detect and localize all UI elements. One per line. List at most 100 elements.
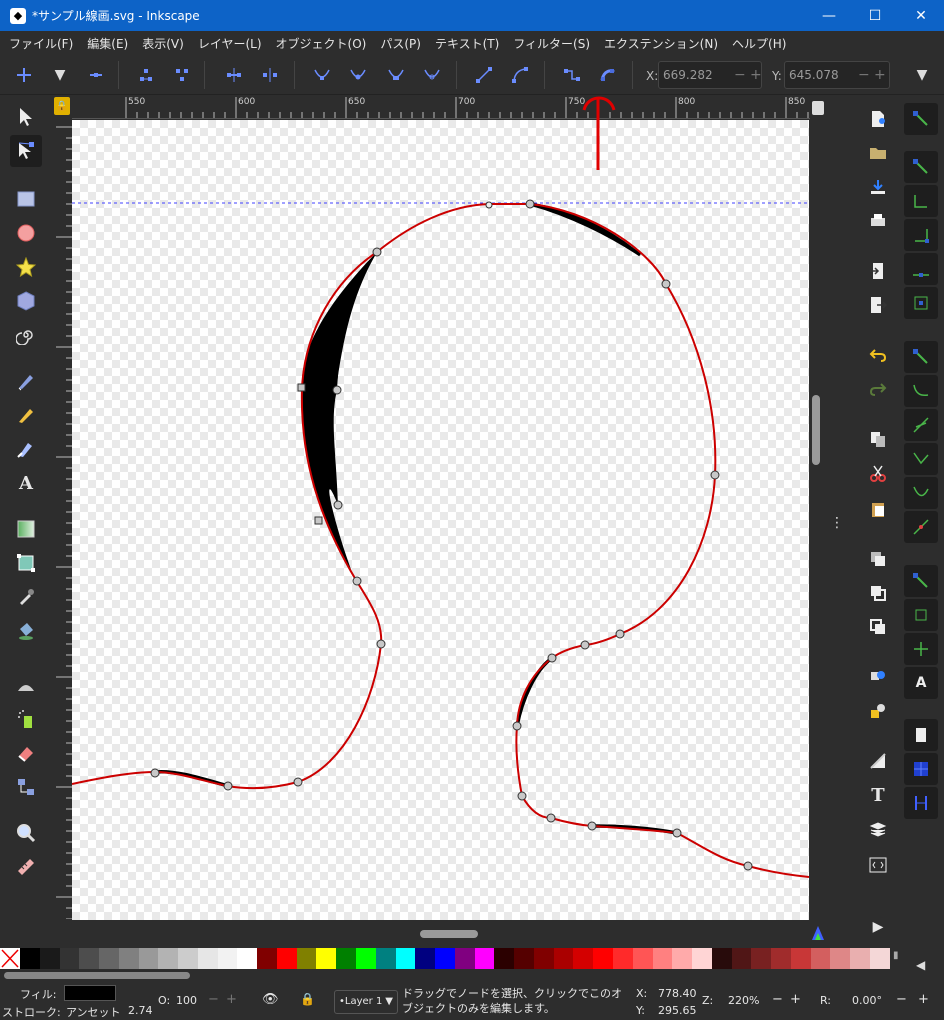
text-font-icon[interactable]: T	[866, 783, 890, 807]
snap-rotation-centers-icon[interactable]	[904, 633, 938, 665]
menu-path[interactable]: パス(P)	[373, 35, 428, 52]
path-node[interactable]	[710, 470, 720, 480]
snap-smooth-nodes-icon[interactable]	[904, 477, 938, 509]
horizontal-scrollbar[interactable]	[420, 930, 478, 938]
segment-curve-icon[interactable]	[508, 63, 532, 87]
import-icon[interactable]	[866, 259, 890, 283]
star-tool-icon[interactable]	[10, 251, 42, 283]
color-swatch[interactable]	[39, 948, 60, 969]
path-node[interactable]	[615, 629, 625, 639]
menu-edit[interactable]: 編集(E)	[80, 35, 135, 52]
path-node[interactable]	[376, 639, 386, 649]
color-swatch[interactable]	[573, 948, 594, 969]
y-plus-button[interactable]: +	[874, 67, 886, 83]
segment-line-icon[interactable]	[472, 63, 496, 87]
path-node[interactable]	[743, 861, 753, 871]
color-swatch[interactable]	[711, 948, 732, 969]
color-swatch[interactable]	[356, 948, 376, 969]
zoom-tool-icon[interactable]	[10, 817, 42, 849]
snap-object-centers-icon[interactable]	[904, 599, 938, 631]
color-swatch[interactable]	[178, 948, 198, 969]
group-icon[interactable]	[866, 665, 890, 689]
x-minus-button[interactable]: −	[734, 67, 746, 83]
palette-scroll-icon[interactable]: ▮	[893, 950, 899, 961]
color-swatch[interactable]	[771, 948, 791, 969]
node-x-input[interactable]	[658, 61, 762, 89]
menu-help[interactable]: ヘルプ(H)	[725, 35, 793, 52]
color-swatch[interactable]	[494, 948, 515, 969]
snap-others-icon[interactable]	[904, 565, 938, 597]
path-node[interactable]	[525, 199, 535, 209]
snap-page-border-icon[interactable]	[904, 719, 938, 751]
color-swatch[interactable]	[850, 948, 870, 969]
color-swatch[interactable]	[59, 948, 80, 969]
stroke-value[interactable]: アンセット	[66, 1004, 121, 1020]
color-swatch[interactable]	[692, 948, 712, 969]
path-node[interactable]	[372, 247, 382, 257]
menu-extension[interactable]: エクステンション(N)	[597, 35, 725, 52]
crescent-fill[interactable]	[301, 252, 377, 580]
menu-filter[interactable]: フィルター(S)	[506, 35, 597, 52]
gradient-tool-icon[interactable]	[10, 513, 42, 545]
color-swatch[interactable]	[336, 948, 357, 969]
path-node[interactable]	[314, 516, 323, 525]
color-swatch[interactable]	[276, 948, 297, 969]
dock-handle-icon[interactable]: ⋮	[830, 515, 844, 531]
node-cusp-icon[interactable]	[310, 63, 334, 87]
color-swatch[interactable]	[593, 948, 613, 969]
path-node[interactable]	[293, 777, 303, 787]
menu-file[interactable]: ファイル(F)	[2, 35, 80, 52]
new-document-icon[interactable]	[866, 107, 890, 131]
color-swatch[interactable]	[79, 948, 100, 969]
snap-cusp-nodes-icon[interactable]	[904, 443, 938, 475]
dropper-tool-icon[interactable]	[10, 581, 42, 613]
3d-box-tool-icon[interactable]	[10, 285, 42, 317]
snap-grid-icon[interactable]	[904, 753, 938, 785]
opacity-plus-button[interactable]: +	[226, 992, 237, 1007]
color-swatch[interactable]	[197, 948, 218, 969]
path-node[interactable]	[547, 653, 557, 663]
opacity-minus-button[interactable]: −	[208, 992, 219, 1007]
paste-icon[interactable]	[866, 497, 890, 521]
rotate-value[interactable]: 0.00°	[852, 994, 882, 1007]
node-auto-smooth-icon[interactable]	[420, 63, 444, 87]
canvas-corner-icon[interactable]	[812, 101, 824, 115]
selector-tool-icon[interactable]	[10, 101, 42, 133]
path-node[interactable]	[485, 201, 493, 209]
snap-guides-icon[interactable]	[904, 787, 938, 819]
snap-bbox-corners-icon[interactable]	[904, 219, 938, 251]
maximize-button[interactable]: ☐	[852, 0, 898, 31]
ellipse-tool-icon[interactable]	[10, 217, 42, 249]
visibility-eye-icon[interactable]: 👁	[262, 992, 279, 1007]
color-swatch[interactable]	[751, 948, 772, 969]
undo-icon[interactable]	[866, 343, 890, 367]
paint-bucket-tool-icon[interactable]	[10, 615, 42, 647]
vertical-scrollbar[interactable]	[812, 395, 820, 465]
node-smooth-icon[interactable]	[346, 63, 370, 87]
delete-segment-icon[interactable]	[258, 63, 282, 87]
join-segment-icon[interactable]	[222, 63, 246, 87]
color-swatch[interactable]	[652, 948, 673, 969]
layers-icon[interactable]	[866, 817, 890, 841]
rectangle-tool-icon[interactable]	[10, 183, 42, 215]
color-swatch[interactable]	[672, 948, 693, 969]
path-node[interactable]	[333, 500, 343, 510]
snap-toggle-icon[interactable]	[904, 103, 938, 135]
color-swatch[interactable]	[237, 948, 258, 969]
mesh-tool-icon[interactable]	[10, 547, 42, 579]
eraser-tool-icon[interactable]	[10, 737, 42, 769]
color-swatch[interactable]	[138, 948, 159, 969]
join-nodes-icon[interactable]	[134, 63, 158, 87]
color-swatch[interactable]	[533, 948, 554, 969]
close-button[interactable]: ✕	[898, 0, 944, 31]
text-tool-icon[interactable]: A	[10, 467, 42, 499]
calligraphy-tool-icon[interactable]	[10, 433, 42, 465]
color-swatch[interactable]	[474, 948, 495, 969]
ungroup-icon[interactable]	[866, 699, 890, 723]
lock-guides-icon[interactable]: 🔒	[54, 97, 70, 115]
toolbar-overflow-icon[interactable]: ▼	[910, 63, 934, 87]
color-swatch[interactable]	[435, 948, 455, 969]
color-swatch[interactable]	[454, 948, 475, 969]
color-swatch[interactable]	[415, 948, 436, 969]
menu-view[interactable]: 表示(V)	[135, 35, 191, 52]
